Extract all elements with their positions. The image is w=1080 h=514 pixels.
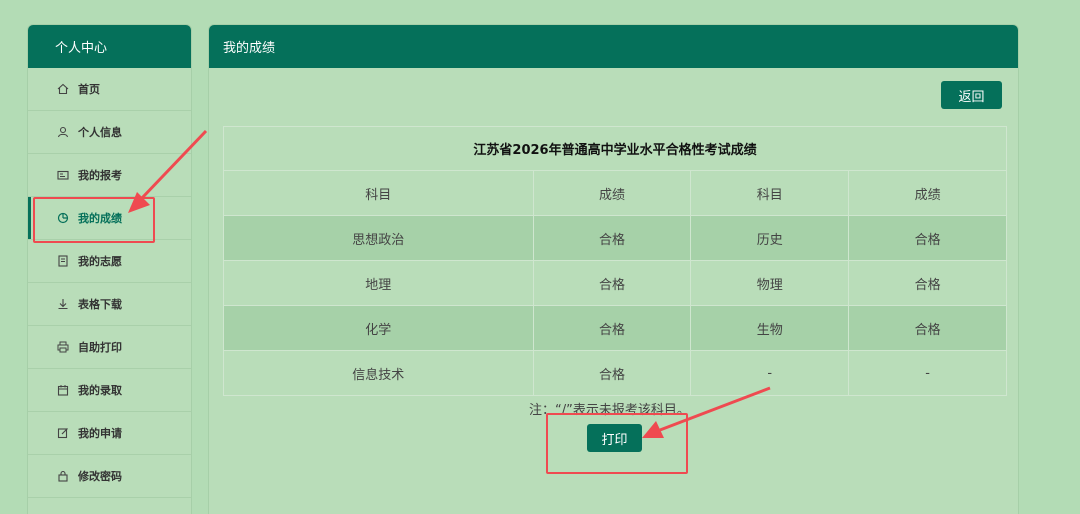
annotation-arrows xyxy=(128,129,771,438)
arrow-line xyxy=(140,129,208,200)
arrow-line xyxy=(659,386,771,432)
